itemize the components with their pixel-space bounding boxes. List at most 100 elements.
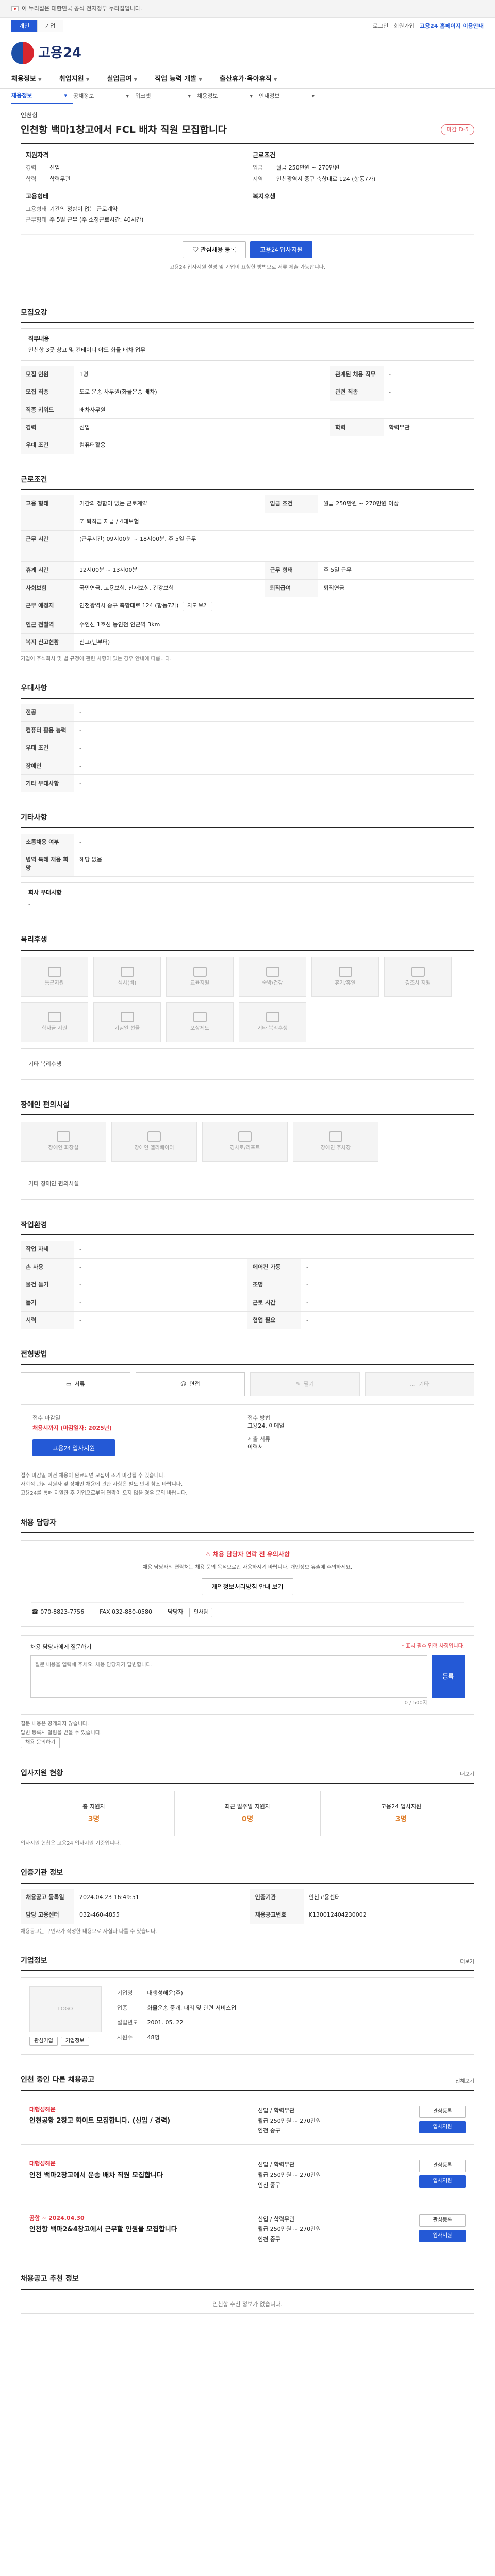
nav-item-recruit[interactable]: 채용정보 ▼ — [11, 75, 42, 84]
table-row: 업종 화물운송 중개, 대리 및 관련 서비스업 — [117, 2004, 237, 2011]
guide-link[interactable]: 고용24 홈페이지 이용안내 — [420, 22, 484, 30]
others-all-link[interactable]: 전체보기 — [455, 2078, 474, 2086]
logo-text[interactable]: 고용24 — [38, 44, 81, 62]
favorite-button[interactable]: 관심등록 — [419, 2105, 466, 2118]
subnav-item-4[interactable]: 채용정보 ▾ — [197, 92, 259, 100]
table-row: 복지 신고현황 신고(년부터) — [21, 633, 474, 652]
question-input[interactable] — [30, 1655, 427, 1698]
list-item[interactable]: 공항 ~ 2024.04.30 인천항 백마2&4창고에서 근무할 인원을 모집합… — [21, 2205, 474, 2253]
tab-personal[interactable]: 개인 — [11, 19, 38, 33]
section-title: 인천 중인 다른 채용공고 — [21, 2076, 95, 2084]
book-icon — [193, 966, 207, 977]
subnav-item-3[interactable]: 워크넷 ▾ — [135, 92, 197, 100]
login-link[interactable]: 로그인 — [373, 22, 388, 30]
gov-banner-text: 이 누리집은 대한민국 공식 전자정부 누리집입니다. — [22, 5, 142, 12]
summary-key: 학력 — [26, 175, 37, 182]
table-row: 병역 특례 채용 희망 해당 없음 — [21, 851, 474, 877]
nav-item-training[interactable]: 직업 능력 개발 ▼ — [155, 75, 202, 84]
logo-icon[interactable] — [11, 42, 34, 64]
company-name[interactable]: 인천항 — [21, 111, 474, 120]
section-title: 우대사항 — [21, 684, 47, 692]
apply-button-2[interactable]: 고용24 입사지원 — [32, 1439, 115, 1456]
subnav-item-1[interactable]: 채용정보 ▾ — [11, 89, 73, 104]
duty-title: 직무내용 — [28, 335, 50, 343]
check-icon: ☑ — [79, 518, 87, 525]
more-icon — [266, 1011, 279, 1022]
table-row: 모집 인원 1명 관계된 채용 직무 - — [21, 365, 474, 384]
conditions-section: 근로조건 고용 형태 기간의 정함이 없는 근로계약 임금 조건 월급 250만원 ~… — [21, 475, 474, 663]
tail-empty: 인천항 추천 정보가 없습니다. — [21, 2294, 474, 2314]
regist-table: 채용공고 등록일 2024.04.23 16:49:51 인증기관 인천고용센터 담당… — [21, 1888, 474, 1924]
more-icon: … — [410, 1381, 416, 1388]
disabled-extra: 기타 장애인 편의시설 — [21, 1168, 474, 1200]
privacy-button[interactable]: 개인정보처리방침 안내 보기 — [202, 1578, 293, 1596]
pencil-icon: ✎ — [295, 1381, 301, 1388]
table-row: ☑ 퇴직금 지급 / 4대보험 — [21, 513, 474, 531]
table-row: 근무 예정지 인천광역시 중구 축항대로 124 (항동7가) 지도 보기 — [21, 597, 474, 617]
apply-button[interactable]: 입사지원 — [419, 2175, 466, 2188]
favorite-company-button[interactable]: 관심기업 — [29, 2037, 58, 2046]
signup-link[interactable]: 회원가입 — [393, 22, 414, 30]
subnav-item-2[interactable]: 공채정보 ▾ — [73, 92, 135, 100]
method-label: 접수 방법 — [248, 1415, 270, 1422]
chevron-down-icon: ▾ — [64, 92, 67, 99]
flag-icon — [11, 6, 19, 11]
table-row: 듣기 - 근로 시간 - — [21, 1294, 474, 1312]
favorite-button[interactable]: 관심등록 — [419, 2160, 466, 2173]
qa-more-button[interactable]: 채용 문의하기 — [21, 1737, 60, 1748]
table-row: 휴게 시간 12시00분 ~ 13시00분 근무 형태 주 5일 근무 — [21, 561, 474, 580]
nav-item-support[interactable]: 취업지원 ▼ — [59, 75, 90, 84]
summary-left: 지원자격 경력 신입 학력 학력무관 고용형태 고용형태 기간의 정함이 없는 근로계… — [21, 144, 248, 234]
note-line: 질문 내용은 공개되지 않습니다. — [21, 1721, 89, 1727]
map-button[interactable]: 지도 보기 — [183, 602, 213, 612]
section-title: 근로조건 — [21, 475, 47, 484]
apply-button[interactable]: 입사지원 — [419, 2121, 466, 2133]
section-title: 작업환경 — [21, 1221, 47, 1229]
interest-button[interactable]: ♡ 관심채용 등록 — [183, 241, 246, 258]
summary-key: 고용형태 — [26, 205, 47, 212]
nav-item-leave[interactable]: 출산휴가·육아휴직 ▼ — [220, 75, 277, 84]
note-line: 답변 등록시 알림을 받을 수 있습니다. — [21, 1730, 102, 1736]
table-row: 인근 전철역 수인선 1호선 동인천 인근역 3km — [21, 616, 474, 634]
table-row: 사회보험 국민연금, 고용보험, 산재보험, 건강보험 퇴직급여 퇴직연금 — [21, 579, 474, 598]
duty-text: 인천항 3곳 창고 및 컨테이너 야드 화물 배차 업무 — [28, 346, 146, 353]
table-row: 손 사용 - 에어컨 가동 - — [21, 1258, 474, 1277]
section-title: 입사지원 현황 — [21, 1769, 63, 1777]
nav-item-benefit[interactable]: 실업급여 ▼ — [107, 75, 138, 84]
document-icon: ▭ — [65, 1381, 72, 1388]
table-row: 직종 키워드 배차사무원 — [21, 401, 474, 419]
step-document: ▭ 서류 — [21, 1372, 130, 1397]
stats-section: 입사지원 현황 더보기 총 지원자 3명 최근 일주일 지원자 0명 고용24 입사지… — [21, 1769, 474, 1848]
subnav-item-5[interactable]: 인재정보 ▾ — [259, 92, 321, 100]
company-more-link[interactable]: 더보기 — [460, 1959, 474, 1966]
table-row: 우대 조건 - — [21, 739, 474, 757]
section-title: 복리후생 — [21, 935, 47, 944]
company-info-button[interactable]: 기업정보 — [60, 2037, 89, 2046]
disabled-grid: 장애인 화장실 장애인 엘리베이터 경사로/리프트 장애인 주차장 — [21, 1122, 474, 1162]
gift-icon — [411, 966, 425, 977]
extra-text: - — [28, 900, 30, 907]
favorite-button[interactable]: 관심등록 — [419, 2214, 466, 2227]
tab-company[interactable]: 기업 — [37, 19, 63, 33]
stat-card: 최근 일주일 지원자 0명 — [174, 1791, 321, 1837]
elevator-icon — [147, 1131, 161, 1142]
list-item[interactable]: 대행성해운 인천공항 2창고 화이트 모집합니다. (신입 / 경력) 신입 / … — [21, 2096, 474, 2145]
summary-key: 근무형태 — [26, 216, 47, 224]
summary-title: 복지후생 — [253, 192, 276, 200]
chevron-down-icon: ▾ — [311, 92, 315, 99]
stats-more-link[interactable]: 더보기 — [460, 1771, 474, 1778]
apply-button[interactable]: 고용24 입사지원 — [250, 241, 312, 258]
list-item[interactable]: 대행성해운 인천 백마2창고에서 운송 배차 직원 모집합니다 신입 / 학력무관… — [21, 2151, 474, 2199]
summary-key: 경력 — [26, 164, 37, 172]
table-row: 우대 조건 컴퓨터활용 — [21, 436, 474, 454]
summary-key: 임금 — [253, 164, 263, 172]
heart-icon: ♡ — [192, 246, 201, 253]
note-line: 접수 마감일 이전 채용이 완료되면 모집이 조기 마감될 수 있습니다. — [21, 1472, 166, 1479]
table-row: 경력 신입 학력 학력무관 — [21, 418, 474, 437]
apply-button[interactable]: 입사지원 — [419, 2229, 466, 2242]
other-table: 소통채용 여부 - 병역 특례 채용 희망 해당 없음 — [21, 833, 474, 877]
step-written: ✎ 필기 — [250, 1372, 360, 1397]
contact-name: 인사팀 — [189, 1608, 213, 1618]
note-line: 고용24를 통해 지원한 후 기업으로부터 연락이 오지 않을 경우 문의 바랍… — [21, 1490, 188, 1496]
submit-question-button[interactable]: 등록 — [432, 1655, 465, 1698]
